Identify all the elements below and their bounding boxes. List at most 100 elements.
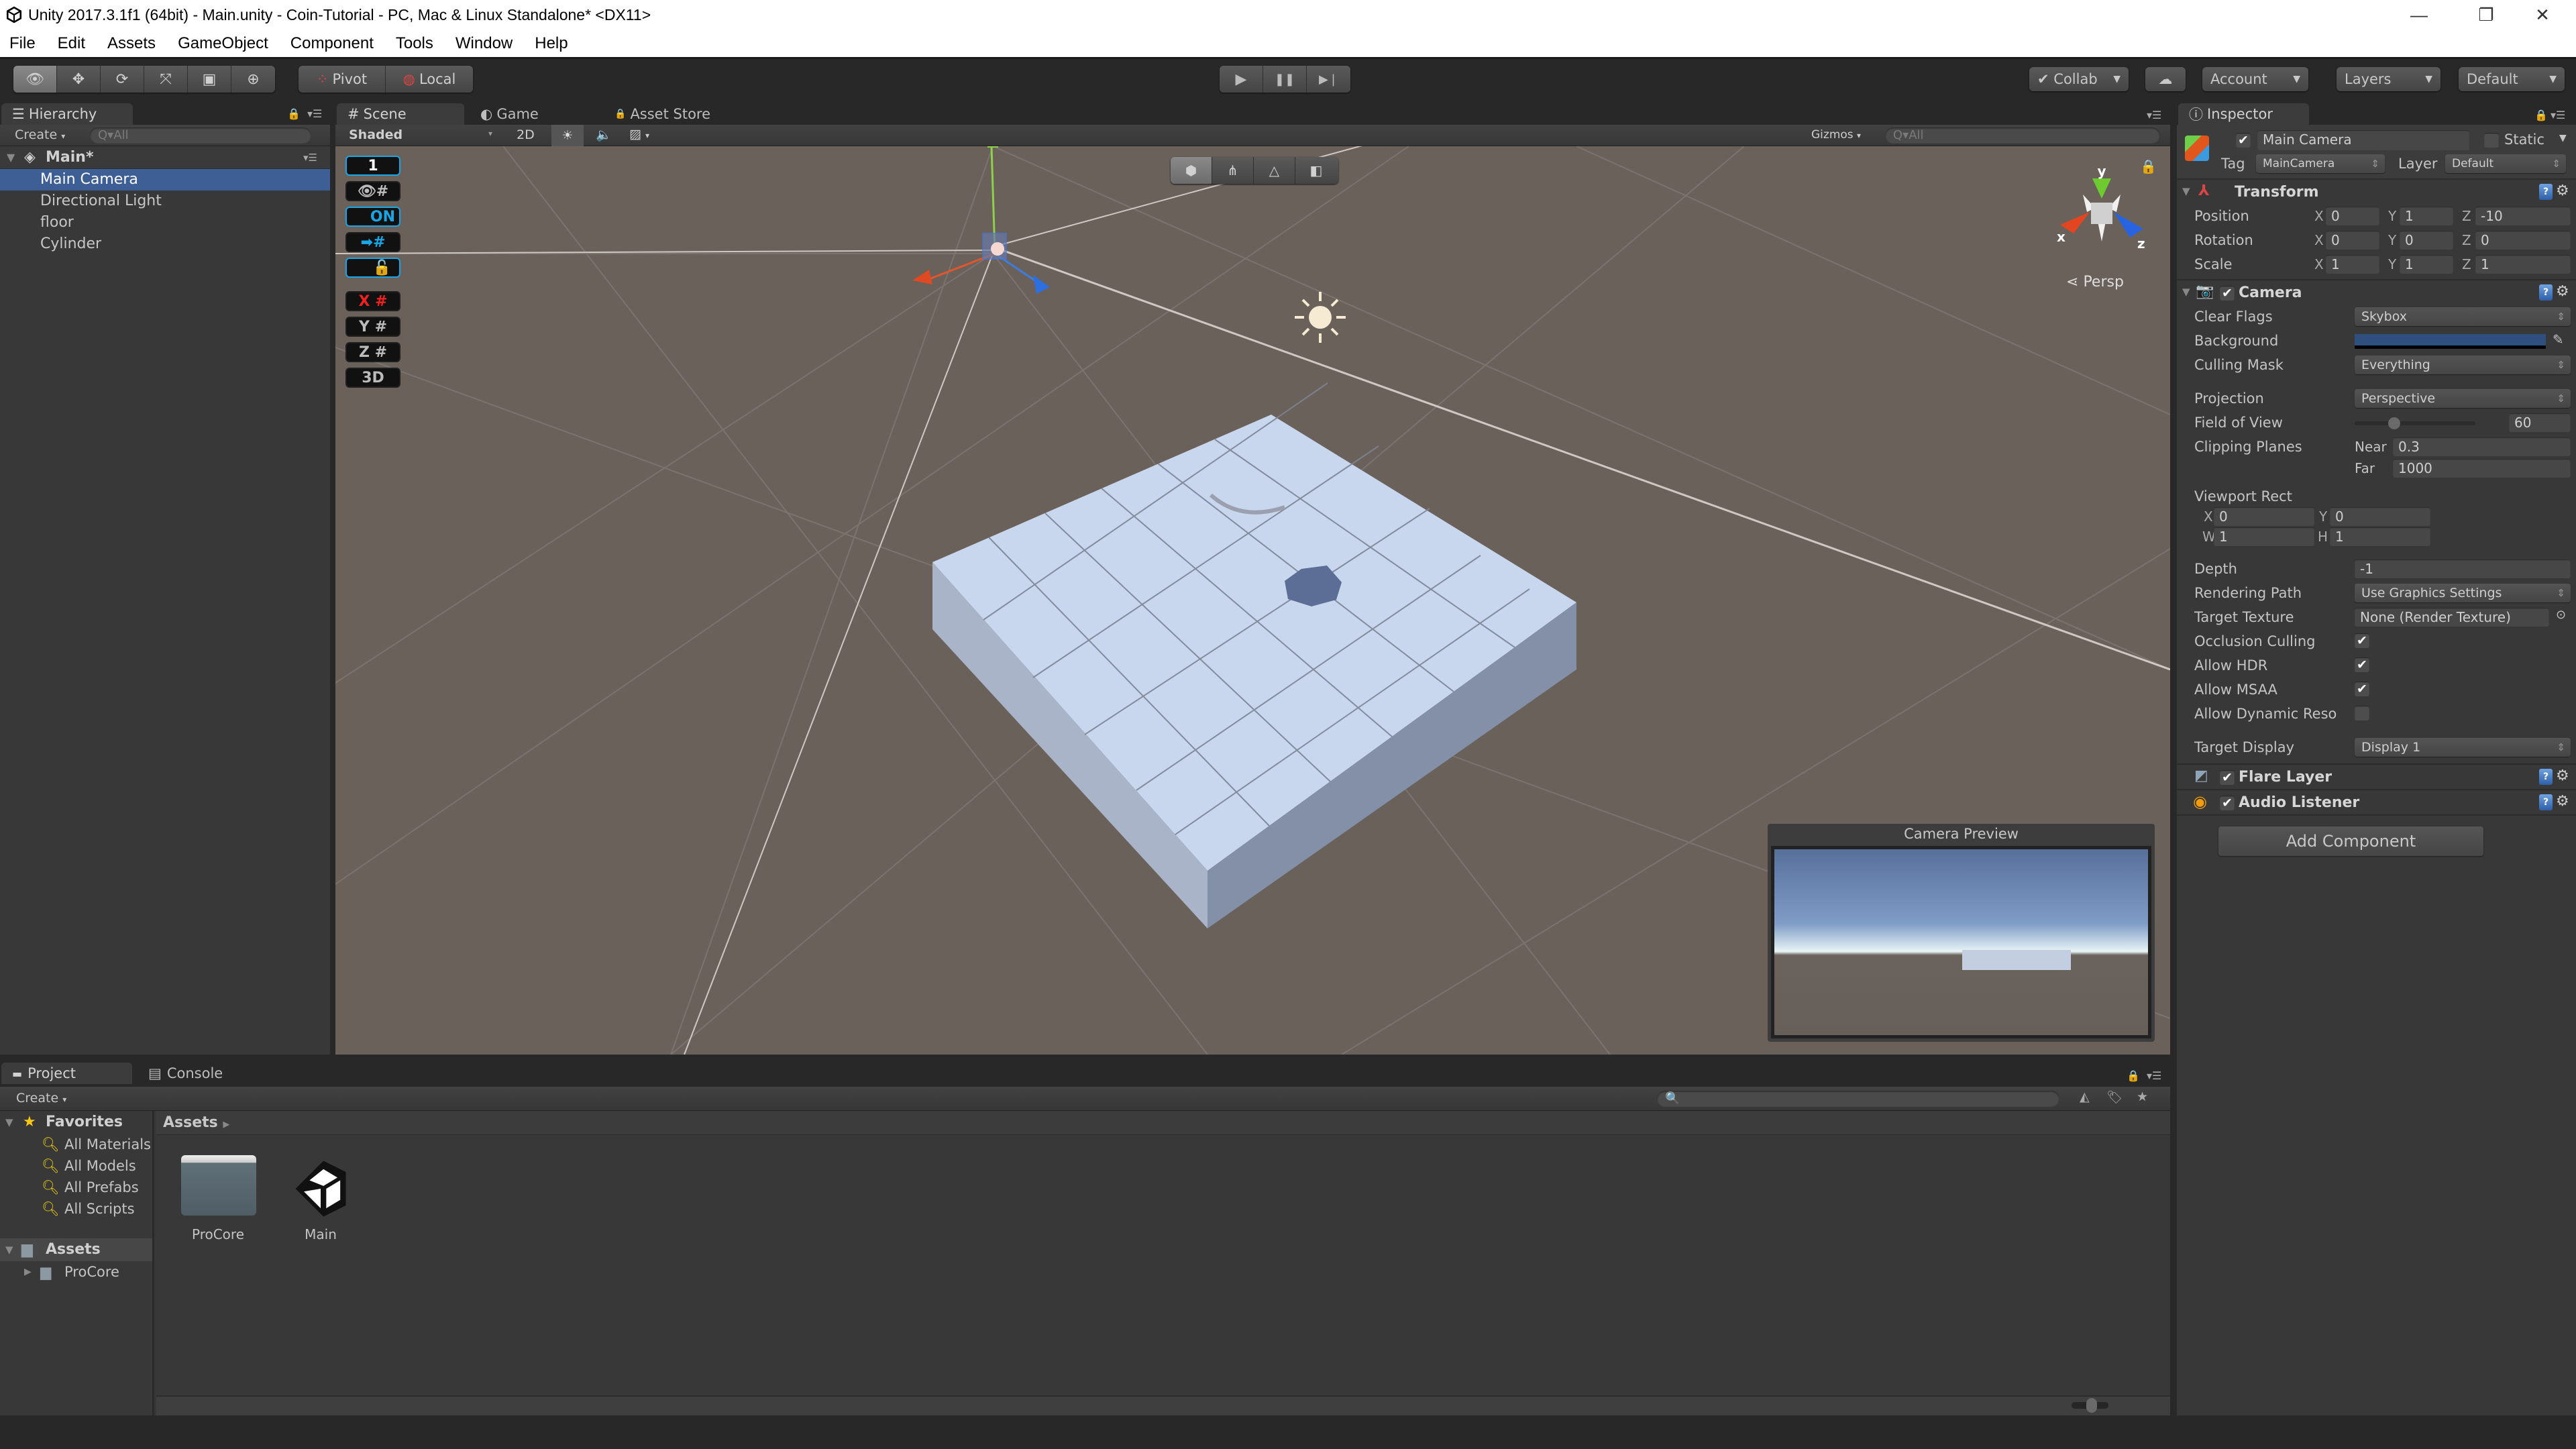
menu-window[interactable]: Window <box>455 34 513 53</box>
scale-tool-button[interactable]: ⤧ <box>144 66 188 93</box>
add-component-button[interactable]: Add Component <box>2218 826 2483 856</box>
culling-mask-dropdown[interactable]: Everything <box>2355 356 2571 374</box>
face-mode-button[interactable]: ◧ <box>1295 157 1337 184</box>
favorite-star-icon[interactable]: ★ <box>2137 1089 2148 1104</box>
account-dropdown[interactable]: Account ▼ <box>2202 67 2308 91</box>
x-plane-button[interactable]: X # <box>345 291 400 311</box>
favorite-item[interactable]: 🔍︎ All Materials <box>0 1134 152 1155</box>
viewport-y-input[interactable]: 0 <box>2330 507 2430 526</box>
menu-edit[interactable]: Edit <box>58 34 85 53</box>
tab-game[interactable]: ◐ Game <box>470 103 549 125</box>
allow-hdr-checkbox[interactable]: ✔ <box>2355 657 2369 672</box>
object-mode-button[interactable]: ⬢ <box>1171 157 1212 184</box>
expand-arrow-icon[interactable]: ▶ <box>24 1261 32 1283</box>
hierarchy-item[interactable]: Cylinder <box>0 233 330 255</box>
rotate-tool-button[interactable]: ⟳ <box>101 66 144 93</box>
clear-flags-dropdown[interactable]: Skybox <box>2355 307 2571 326</box>
orientation-gizmo[interactable] <box>2060 178 2143 241</box>
position-x-input[interactable]: 0 <box>2326 207 2379 225</box>
panel-menu-icon[interactable]: ▾☰ <box>307 107 322 120</box>
scene-search-input[interactable]: Q▾All <box>1885 127 2160 144</box>
asset-item[interactable]: ProCore <box>178 1155 258 1256</box>
step-button[interactable]: ▶❘ <box>1307 66 1350 93</box>
panel-menu-icon[interactable]: ▾☰ <box>2147 109 2161 121</box>
background-color-swatch[interactable] <box>2355 334 2546 349</box>
menu-tools[interactable]: Tools <box>396 34 433 53</box>
gizmos-dropdown[interactable]: Gizmos ▾ <box>1811 128 1861 142</box>
view-tool-button[interactable]: 👁 <box>13 66 57 93</box>
vertex-mode-button[interactable]: ⋔ <box>1212 157 1254 184</box>
assets-tree-row[interactable]: ▼ ▆ Assets <box>0 1238 152 1261</box>
projection-dropdown[interactable]: Perspective <box>2355 389 2571 408</box>
expand-arrow-icon[interactable]: ▼ <box>5 1111 13 1134</box>
eyedropper-icon[interactable]: ✎ <box>2553 331 2564 347</box>
fov-slider-track[interactable] <box>2355 421 2475 425</box>
tab-project[interactable]: ▬ Project <box>1 1063 132 1084</box>
lock-grid-toggle[interactable]: 🔓 <box>345 258 400 278</box>
help-icon[interactable]: ? <box>2539 184 2553 200</box>
icon-size-slider-thumb[interactable] <box>2086 1398 2098 1413</box>
y-plane-button[interactable]: Y # <box>345 317 400 337</box>
help-icon[interactable]: ? <box>2539 284 2553 301</box>
gear-icon[interactable]: ⚙ <box>2556 283 2569 300</box>
hierarchy-search-input[interactable]: Q▾All <box>90 127 311 144</box>
viewport-w-input[interactable]: 1 <box>2214 527 2314 546</box>
camera-enabled-checkbox[interactable]: ✔ <box>2220 286 2235 301</box>
restore-button[interactable]: ❐ <box>2459 0 2513 30</box>
tab-console[interactable]: ▤ Console <box>138 1063 233 1084</box>
push-to-grid-button[interactable]: ➡# <box>345 232 400 252</box>
audio-listener-header[interactable]: ◉ ✔ Audio Listener ? ⚙ <box>2177 789 2576 814</box>
tab-scene[interactable]: # Scene <box>337 103 464 125</box>
gear-icon[interactable]: ⚙ <box>2556 793 2569 810</box>
scale-y-input[interactable]: 1 <box>2400 255 2453 274</box>
create-dropdown[interactable]: Create ▾ <box>15 127 65 142</box>
lock-icon[interactable]: 🔒 <box>2140 158 2157 174</box>
menu-component[interactable]: Component <box>290 34 374 53</box>
rotation-z-input[interactable]: 0 <box>2475 231 2571 250</box>
gear-icon[interactable]: ⚙ <box>2556 182 2569 199</box>
collab-dropdown[interactable]: ✔ Collab ▼ <box>2029 67 2129 91</box>
position-y-input[interactable]: 1 <box>2400 207 2453 225</box>
expand-arrow-icon[interactable]: ▼ <box>5 1238 13 1261</box>
hierarchy-item[interactable]: Directional Light <box>0 191 330 212</box>
scene-root-row[interactable]: ▼ ◈ Main* ▾☰ <box>0 146 330 169</box>
tag-dropdown[interactable]: MainCamera <box>2256 154 2385 173</box>
flare-layer-header[interactable]: ◩ ✔ Flare Layer ? ⚙ <box>2177 763 2576 789</box>
snap-toggle[interactable]: ON <box>345 207 400 227</box>
static-dropdown-arrow[interactable]: ▼ <box>2559 133 2567 144</box>
pivot-button[interactable]: ⁘ Pivot <box>299 66 386 93</box>
scene-menu-icon[interactable]: ▾☰ <box>303 146 317 169</box>
transform-header[interactable]: ▼ ⅄ Transform ? ⚙ <box>2177 178 2576 204</box>
shading-mode-dropdown[interactable]: Shaded <box>349 127 402 142</box>
grid-size-button[interactable]: 1 <box>345 156 400 176</box>
effects-dropdown[interactable]: ▨ ▾ <box>629 127 649 142</box>
menu-help[interactable]: Help <box>535 34 568 53</box>
rotation-y-input[interactable]: 0 <box>2400 231 2453 250</box>
lock-icon[interactable]: 🔒 <box>2534 109 2548 121</box>
lock-icon[interactable]: 🔒 <box>287 107 301 120</box>
floor-object[interactable] <box>932 382 1576 928</box>
favorite-item[interactable]: 🔍︎ All Scripts <box>0 1198 152 1220</box>
help-icon[interactable]: ? <box>2539 769 2553 785</box>
hierarchy-item[interactable]: Main Camera <box>0 169 330 191</box>
project-search-input[interactable]: 🔍 <box>1657 1091 2059 1107</box>
layer-dropdown[interactable]: Default <box>2445 154 2566 173</box>
rendering-path-dropdown[interactable]: Use Graphics Settings <box>2355 584 2571 602</box>
tab-hierarchy[interactable]: ☰ Hierarchy <box>1 103 133 125</box>
viewport-h-input[interactable]: 1 <box>2330 527 2430 546</box>
target-display-dropdown[interactable]: Display 1 <box>2355 738 2571 757</box>
near-clip-input[interactable]: 0.3 <box>2393 437 2571 456</box>
scale-z-input[interactable]: 1 <box>2475 255 2571 274</box>
menu-file[interactable]: File <box>9 34 36 53</box>
close-button[interactable]: ✕ <box>2516 0 2569 30</box>
breadcrumb-assets[interactable]: Assets <box>163 1114 218 1131</box>
occlusion-culling-checkbox[interactable]: ✔ <box>2355 633 2369 648</box>
create-dropdown[interactable]: Create ▾ <box>16 1091 66 1106</box>
expand-arrow-icon[interactable]: ▼ <box>7 146 15 169</box>
camera-header[interactable]: ▼ 📷 ✔ Camera ? ⚙ <box>2177 279 2576 305</box>
asset-item[interactable]: Main <box>280 1155 361 1256</box>
layers-dropdown[interactable]: Layers ▼ <box>2337 67 2440 91</box>
lighting-toggle[interactable]: ☀ <box>551 125 584 146</box>
layout-dropdown[interactable]: Default ▼ <box>2459 67 2565 91</box>
pause-button[interactable]: ❚❚ <box>1263 66 1307 93</box>
